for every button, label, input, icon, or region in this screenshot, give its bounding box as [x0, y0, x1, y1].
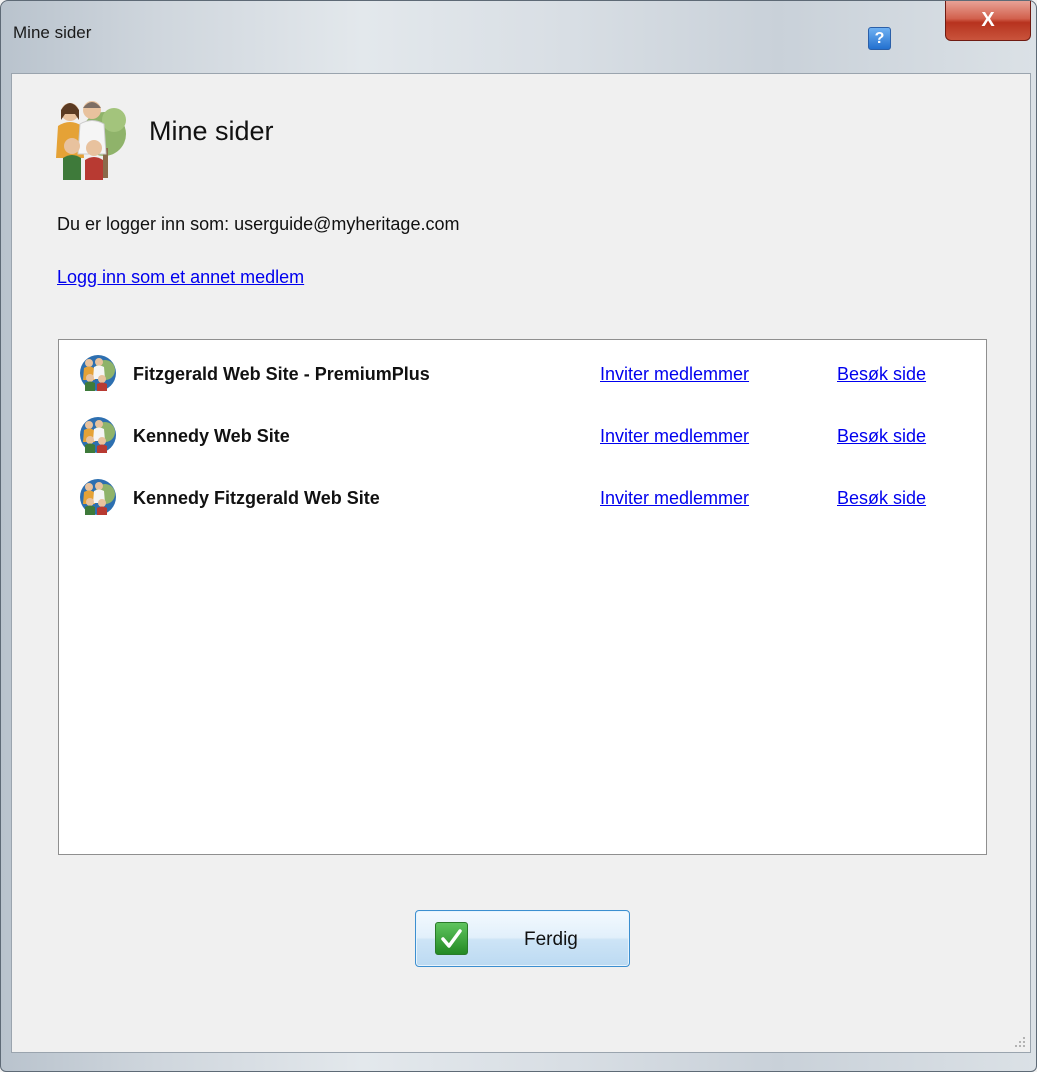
page-title: Mine sider: [149, 116, 274, 146]
done-button-label: Ferdig: [524, 929, 578, 950]
done-button[interactable]: Ferdig: [415, 910, 630, 967]
family-icon: [80, 355, 116, 391]
site-row: Kennedy Fitzgerald Web Site Inviter medl…: [59, 478, 986, 518]
window-title: Mine sider: [13, 23, 92, 42]
resize-grip-icon[interactable]: [1012, 1034, 1026, 1048]
invite-members-link[interactable]: Inviter medlemmer: [600, 488, 749, 509]
sites-list: Fitzgerald Web Site - PremiumPlus Invite…: [58, 339, 987, 855]
site-name: Kennedy Fitzgerald Web Site: [133, 488, 380, 508]
close-button[interactable]: X: [945, 1, 1031, 41]
site-row: Kennedy Web Site Inviter medlemmer Besøk…: [59, 416, 986, 456]
help-button[interactable]: ?: [868, 27, 891, 50]
login-other-member-link[interactable]: Logg inn som et annet medlem: [57, 267, 304, 288]
site-row: Fitzgerald Web Site - PremiumPlus Invite…: [59, 354, 986, 394]
invite-members-link[interactable]: Inviter medlemmer: [600, 364, 749, 385]
title-bar[interactable]: Mine sider ? X: [1, 1, 1036, 61]
dialog-content: Mine sider Du er logger inn som: usergui…: [11, 73, 1031, 1053]
dialog-window: Mine sider ? X Mine sider Du er logger i…: [0, 0, 1037, 1072]
family-icon: [56, 101, 126, 180]
site-name: Kennedy Web Site: [133, 426, 290, 446]
visit-site-link[interactable]: Besøk side: [837, 426, 926, 447]
site-name: Fitzgerald Web Site - PremiumPlus: [133, 364, 430, 384]
visit-site-link[interactable]: Besøk side: [837, 488, 926, 509]
family-icon: [80, 417, 116, 453]
logged-in-status: Du er logger inn som: userguide@myherita…: [57, 214, 460, 234]
checkmark-icon: [435, 922, 468, 955]
family-icon: [80, 479, 116, 515]
visit-site-link[interactable]: Besøk side: [837, 364, 926, 385]
invite-members-link[interactable]: Inviter medlemmer: [600, 426, 749, 447]
